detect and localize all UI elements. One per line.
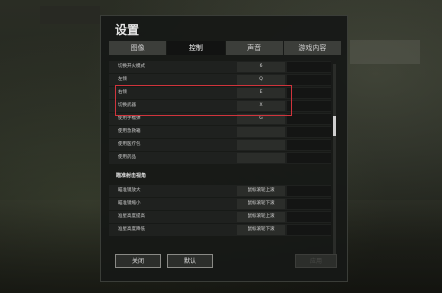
keybinding-label: 准星高度提高 [118,214,145,219]
secondary-key-slot[interactable] [287,225,331,235]
settings-window: 设置 图像 控制 声音 游戏内容 切换开火模式 6 左倾 Q 右倾 E 切换武器… [100,15,348,282]
keybinding-row-medkit: 使用医疗包 [109,139,331,151]
secondary-key-slot[interactable] [287,140,331,150]
primary-key-slot[interactable]: 6 [237,62,285,72]
tab-sound[interactable]: 声音 [225,41,283,55]
primary-key-slot[interactable]: 鼠标滚轮下滚 [237,225,285,235]
secondary-key-slot[interactable] [287,186,331,196]
keybinding-row-drugs: 使用药品 [109,152,331,164]
apply-button[interactable]: 应用 [295,254,337,268]
keybinding-row-scope-zoom-out: 瞄准镜缩小 鼠标滚轮下滚 [109,198,331,210]
scrollbar-thumb[interactable] [333,116,336,136]
tab-gameplay[interactable]: 游戏内容 [283,41,341,55]
tab-controls[interactable]: 控制 [167,41,225,55]
highlight-box [115,85,292,116]
primary-key-slot[interactable]: 鼠标滚轮下滚 [237,199,285,209]
keybinding-label: 使用急救箱 [118,129,141,134]
secondary-key-slot[interactable] [287,75,331,85]
secondary-key-slot[interactable] [287,114,331,124]
keybinding-label: 使用药品 [118,155,136,160]
keybinding-row-reticle-up: 准星高度提高 鼠标滚轮上滚 [109,211,331,223]
primary-key-slot[interactable] [237,127,285,137]
secondary-key-slot[interactable] [287,199,331,209]
keybinding-label: 切换开火模式 [118,64,145,69]
primary-key-slot[interactable]: 鼠标滚轮上滚 [237,186,285,196]
window-title: 设置 [115,23,140,37]
secondary-key-slot[interactable] [287,153,331,163]
section-header: 瞄准射击视角 [109,170,331,182]
secondary-key-slot[interactable] [287,101,331,111]
tab-graphics[interactable]: 图像 [109,41,167,55]
keybinding-label: 准星高度降低 [118,227,145,232]
section-header-label: 瞄准射击视角 [116,173,147,179]
keybinding-label: 瞄准镜放大 [118,188,141,193]
close-button[interactable]: 关闭 [115,254,161,268]
background-structure [350,40,420,64]
primary-key-slot[interactable]: Q [237,75,285,85]
hud-element [40,6,100,24]
scrollbar[interactable] [333,64,336,264]
keybinding-list: 切换开火模式 6 左倾 Q 右倾 E 切换武器 X 使用手榴弹 G 使用急救箱 [109,58,341,261]
primary-key-slot[interactable] [237,140,285,150]
keybinding-row-reticle-down: 准星高度降低 鼠标滚轮下滚 [109,224,331,236]
keybinding-row-scope-zoom-in: 瞄准镜放大 鼠标滚轮上滚 [109,185,331,197]
secondary-key-slot[interactable] [287,62,331,72]
keybinding-label: 瞄准镜缩小 [118,201,141,206]
default-button[interactable]: 默认 [167,254,213,268]
primary-key-slot[interactable] [237,153,285,163]
primary-key-slot[interactable]: 鼠标滚轮上滚 [237,212,285,222]
keybinding-row-first-aid: 使用急救箱 [109,126,331,138]
tab-bar: 图像 控制 声音 游戏内容 [109,41,341,55]
secondary-key-slot[interactable] [287,212,331,222]
secondary-key-slot[interactable] [287,127,331,137]
keybinding-row-fire-mode: 切换开火模式 6 [109,61,331,73]
keybinding-label: 使用医疗包 [118,142,141,147]
secondary-key-slot[interactable] [287,88,331,98]
footer-bar: 关闭 默认 应用 [109,254,341,274]
